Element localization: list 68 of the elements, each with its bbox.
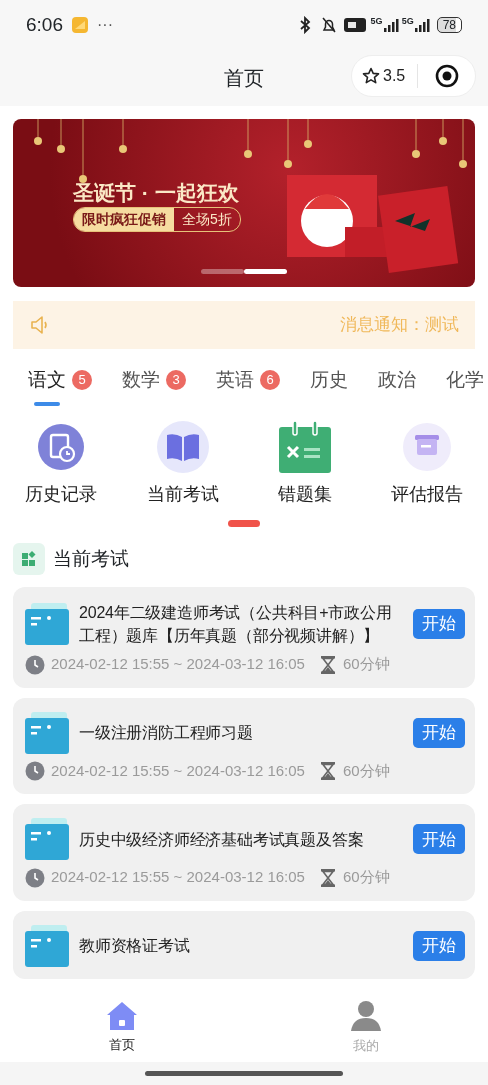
exam-title: 2024年二级建造师考试（公共科目+市政公用工程）题库【历年真题（部分视频讲解）】: [79, 603, 393, 647]
exam-duration: 60分钟: [342, 760, 390, 781]
feature-shortcut[interactable]: 历史记录: [6, 421, 116, 508]
nav-tab[interactable]: 首页: [82, 1001, 162, 1055]
home-icon: [106, 1001, 138, 1032]
subject-tab[interactable]: 历史: [310, 355, 348, 407]
status-time: 6:06: [26, 12, 63, 37]
signal-icon: [382, 17, 399, 33]
clock-icon: [25, 654, 45, 675]
archive-icon: [401, 421, 453, 473]
hourglass-icon: [318, 761, 337, 782]
subject-tab[interactable]: 数学 3: [122, 355, 186, 407]
start-button[interactable]: 开始: [413, 609, 465, 640]
calendar-icon: [279, 421, 331, 473]
exam-title: 教师资格证考试: [79, 936, 191, 957]
exam-card[interactable]: 历史中级经济师经济基础考试真题及答案 开始 2024-02-12 15:55 ~ 2024-03-12 16:05 60分钟: [13, 804, 475, 901]
home-indicator[interactable]: [145, 1071, 343, 1076]
rating-button[interactable]: 3.5: [362, 64, 406, 88]
exam-time-range: 2024-02-12 15:55 ~ 2024-03-12 16:05: [51, 654, 305, 675]
banner-headline: 圣诞节 · 一起狂欢: [73, 180, 239, 206]
exam-card[interactable]: 2024年二级建造师考试（公共科目+市政公用工程）题库【历年真题（部分视频讲解）】 开始 2024-02-12 15:55 ~ 2024-03-12 16:05 60分钟: [13, 587, 475, 688]
muted-bell-icon: [319, 16, 338, 34]
clock-document-icon: [35, 421, 87, 473]
folder-icon: [25, 818, 69, 861]
carousel-indicator[interactable]: [244, 269, 287, 274]
feature-shortcut[interactable]: 评估报告: [372, 421, 482, 508]
book-icon: [157, 421, 209, 473]
subject-tab[interactable]: 政治: [378, 355, 416, 407]
person-icon: [350, 1000, 382, 1033]
signal-icon: [413, 17, 430, 33]
folder-icon: [25, 924, 69, 967]
clock-icon: [25, 761, 45, 782]
clock-icon: [25, 867, 45, 888]
start-button[interactable]: 开始: [413, 930, 465, 961]
section-title: 当前考试: [53, 546, 129, 571]
exam-card[interactable]: 教师资格证考试 开始: [13, 910, 475, 979]
folder-icon: [25, 603, 69, 646]
network-label: 5G: [401, 17, 414, 26]
start-button[interactable]: 开始: [413, 717, 465, 748]
carousel-indicator[interactable]: [201, 269, 244, 274]
exam-title: 历史中级经济师经济基础考试真题及答案: [79, 829, 365, 850]
subject-tab[interactable]: 语文 5: [28, 355, 92, 407]
star-icon: [362, 67, 380, 85]
subject-tab[interactable]: 英语 6: [216, 355, 280, 407]
battery-level: 78: [436, 17, 462, 33]
discount-label: 全场5折: [181, 210, 233, 229]
subject-tab[interactable]: 化学: [446, 355, 484, 407]
app-notification-icon: [71, 16, 89, 34]
exam-title: 一级注册消防工程师习题: [79, 723, 254, 744]
feature-shortcut[interactable]: 错题集: [250, 421, 360, 508]
exam-time-range: 2024-02-12 15:55 ~ 2024-03-12 16:05: [51, 867, 305, 888]
network-label: 5G: [370, 17, 383, 26]
feature-shortcut[interactable]: 当前考试: [128, 421, 238, 508]
status-more: ···: [97, 15, 113, 35]
hourglass-icon: [318, 867, 337, 888]
page-title: 首页: [224, 66, 264, 91]
hourglass-icon: [318, 654, 337, 675]
exam-time-range: 2024-02-12 15:55 ~ 2024-03-12 16:05: [51, 760, 305, 781]
exam-duration: 60分钟: [342, 654, 390, 675]
notice-text: 消息通知：测试: [340, 314, 459, 337]
start-button[interactable]: 开始: [413, 824, 465, 855]
promo-label: 限时疯狂促销: [74, 208, 174, 231]
grid-icon: [13, 543, 45, 575]
target-icon[interactable]: [434, 64, 459, 88]
folder-icon: [25, 711, 69, 754]
hd-icon: [343, 17, 366, 33]
exam-card[interactable]: 一级注册消防工程师习题 开始 2024-02-12 15:55 ~ 2024-03-12 16:05 60分钟: [13, 697, 475, 795]
exam-duration: 60分钟: [342, 867, 390, 888]
